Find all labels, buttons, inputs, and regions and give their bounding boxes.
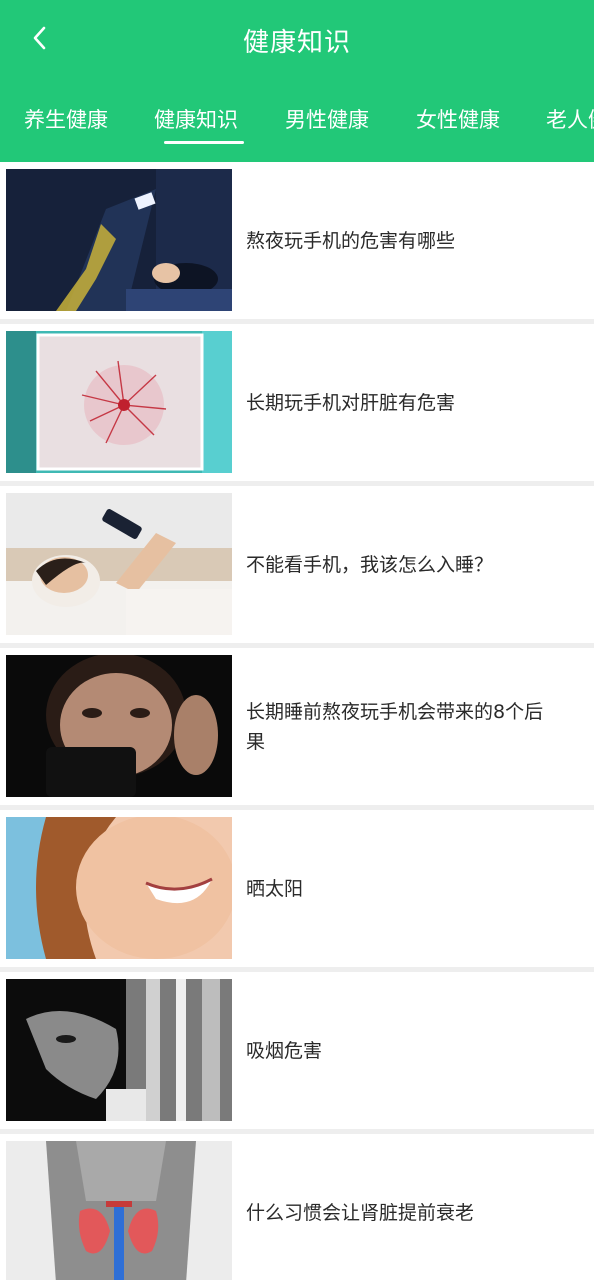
list-item[interactable]: 长期玩手机对肝脏有危害 bbox=[0, 324, 594, 481]
tab-male-health[interactable]: 男性健康 bbox=[285, 92, 385, 152]
article-thumbnail bbox=[6, 331, 232, 473]
tab-elderly-health[interactable]: 老人健 bbox=[546, 92, 594, 152]
tab-label: 男性健康 bbox=[285, 108, 369, 132]
list-item[interactable]: 什么习惯会让肾脏提前衰老 bbox=[0, 1134, 594, 1280]
list-item[interactable]: 晒太阳 bbox=[0, 810, 594, 967]
app-screen: 健康知识 养生健康 健康知识 男性健康 女性健康 老人健 bbox=[0, 0, 594, 1280]
article-thumbnail bbox=[6, 169, 232, 311]
tab-label: 女性健康 bbox=[416, 108, 500, 132]
tab-label: 健康知识 bbox=[154, 108, 238, 132]
header-bar: 健康知识 养生健康 健康知识 男性健康 女性健康 老人健 bbox=[0, 0, 594, 162]
article-title: 不能看手机，我该怎么入睡？ bbox=[246, 553, 494, 576]
list-item[interactable]: 长期睡前熬夜玩手机会带来的8个后果 bbox=[0, 648, 594, 805]
article-title: 什么习惯会让肾脏提前衰老 bbox=[246, 1201, 475, 1224]
article-thumbnail bbox=[6, 979, 232, 1121]
article-title: 吸烟危害 bbox=[246, 1039, 323, 1062]
article-title: 长期玩手机对肝脏有危害 bbox=[246, 391, 456, 414]
page-title: 健康知识 bbox=[242, 27, 351, 58]
tab-female-health[interactable]: 女性健康 bbox=[416, 92, 516, 152]
article-title: 长期睡前熬夜玩手机会带来的8个后果 bbox=[246, 700, 544, 753]
article-title: 熬夜玩手机的危害有哪些 bbox=[246, 229, 456, 252]
article-thumbnail bbox=[6, 655, 232, 797]
tab-health-knowledge[interactable]: 健康知识 bbox=[154, 92, 254, 152]
article-thumbnail bbox=[6, 817, 232, 959]
category-tabs: 养生健康 健康知识 男性健康 女性健康 老人健 bbox=[0, 92, 594, 152]
list-item[interactable]: 熬夜玩手机的危害有哪些 bbox=[0, 162, 594, 319]
list-item[interactable]: 不能看手机，我该怎么入睡？ bbox=[0, 486, 594, 643]
article-thumbnail bbox=[6, 1141, 232, 1280]
article-title: 晒太阳 bbox=[246, 877, 304, 900]
tab-label: 养生健康 bbox=[24, 108, 108, 132]
tab-yangsheng[interactable]: 养生健康 bbox=[24, 92, 124, 152]
list-item[interactable]: 吸烟危害 bbox=[0, 972, 594, 1129]
article-thumbnail bbox=[6, 493, 232, 635]
tab-label: 老人健 bbox=[546, 108, 594, 132]
